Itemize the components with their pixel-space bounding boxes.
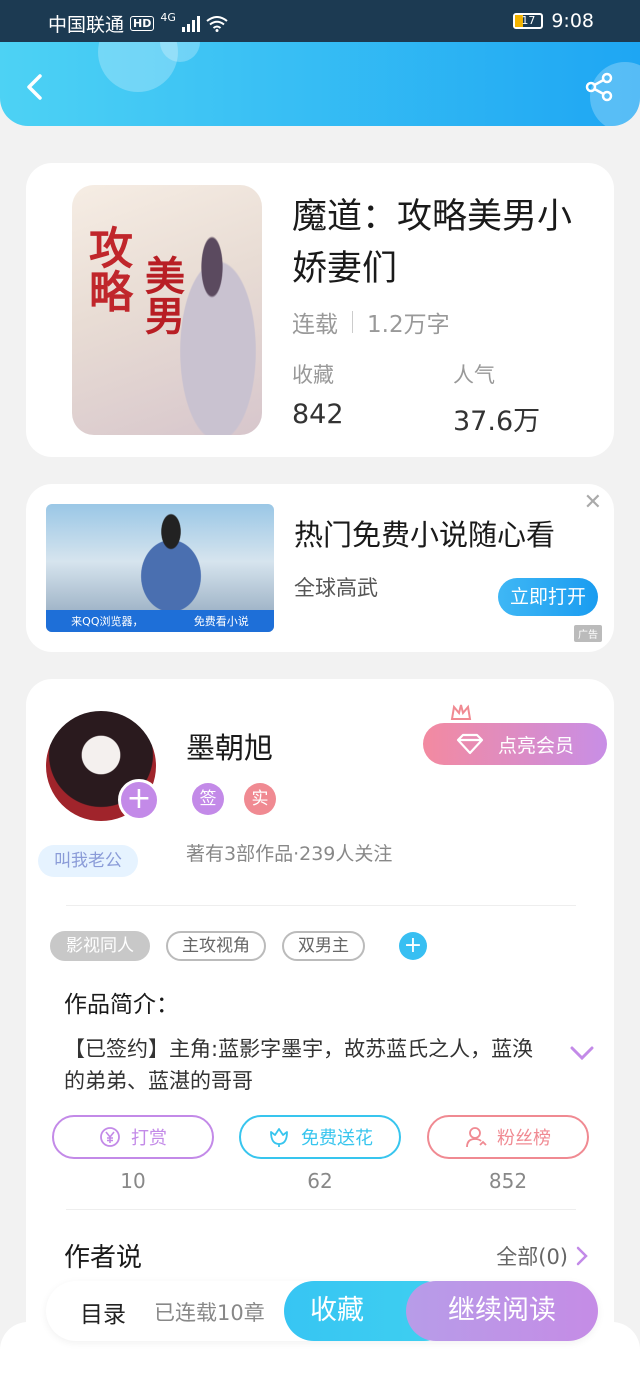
share-icon[interactable] [584,72,614,102]
follow-plus-icon[interactable]: + [118,779,160,821]
author-card: + 叫我老公 墨朝旭 签 实 著有3部作品·239人关注 点亮会员 影视同人 主… [26,679,614,1359]
diamond-icon [456,733,484,755]
continue-reading-button[interactable]: 继续阅读 [406,1281,598,1341]
intro-text: 【已签约】主角:蓝影字墨宇，故苏蓝氏之人，蓝涣的弟弟、蓝湛的哥哥 [64,1037,534,1093]
vip-button[interactable]: 点亮会员 [423,723,607,765]
battery-icon: 17 [513,13,544,29]
fan-rank-button[interactable]: 粉丝榜 [427,1115,589,1159]
book-cover[interactable]: 攻略 美男 [72,185,262,435]
ad-title: 热门免费小说随心看 [294,518,556,552]
author-say-heading: 作者说 [64,1243,143,1273]
book-title: 魔道：攻略美男小娇妻们 [292,197,573,289]
intro-heading: 作品简介： [64,992,179,1018]
tag-item[interactable]: 影视同人 [50,931,150,961]
top-header [0,42,640,126]
toc-button[interactable]: 目录 [80,1295,126,1329]
back-arrow-icon[interactable] [20,72,50,102]
ad-image[interactable]: 来QQ浏览器， 免费看小说 [46,504,274,632]
ad-card[interactable]: 来QQ浏览器， 免费看小说 热门免费小说随心看 全球高武 立即打开 ✕ 广告 [26,484,614,652]
chevron-right-icon [576,1246,588,1266]
author-say-all-link[interactable]: 全部(0) [496,1241,588,1271]
tag-item[interactable]: 双男主 [282,931,365,961]
pop-label: 人气 [453,363,495,387]
tip-button[interactable]: 打赏 [52,1115,214,1159]
word-count: 1.2万字 [367,312,450,338]
chevron-down-icon[interactable] [570,1045,594,1061]
flower-icon [270,1128,288,1147]
book-info-card: 攻略 美男 魔道：攻略美男小娇妻们 连载 1.2万字 收藏 842 人气 37.… [26,163,614,457]
flower-count: 62 [307,1169,333,1193]
ad-label: 广告 [574,625,602,642]
person-icon [466,1127,487,1148]
signal-icon [181,15,200,32]
hd-icon: HD [130,16,155,31]
bottom-action-bar: 目录 已连载10章 收藏 继续阅读 [46,1281,598,1341]
ad-open-button[interactable]: 立即打开 [498,578,598,616]
network-type: 4G [160,11,176,24]
author-stats: 著有3部作品·239人关注 [186,843,393,865]
clock: 9:08 [551,10,594,32]
chapter-progress: 已连载10章 [154,1301,265,1325]
ad-subtitle: 全球高武 [294,576,378,600]
fav-count: 842 [292,399,344,430]
send-flower-button[interactable]: 免费送花 [239,1115,401,1159]
pop-count: 37.6万 [453,406,541,437]
add-tag-icon[interactable]: + [399,932,427,960]
tip-count: 10 [120,1169,146,1193]
author-name[interactable]: 墨朝旭 [186,725,273,767]
book-status: 连载 [292,312,338,338]
author-nickname: 叫我老公 [38,845,138,877]
yuan-icon [100,1127,120,1147]
signed-badge: 签 [192,783,224,815]
close-icon[interactable]: ✕ [584,490,602,515]
status-bar: 中国联通 HD 4G 17 9:08 [0,0,640,42]
fav-label: 收藏 [292,363,334,387]
fan-count: 852 [488,1169,528,1193]
crown-icon [450,704,472,720]
carrier: 中国联通 [48,14,125,36]
tag-item[interactable]: 主攻视角 [166,931,266,961]
wifi-icon [206,15,228,32]
verified-badge: 实 [244,783,276,815]
book-meta: 连载 1.2万字 [292,305,450,339]
tag-list: 影视同人 主攻视角 双男主 + [50,931,427,961]
